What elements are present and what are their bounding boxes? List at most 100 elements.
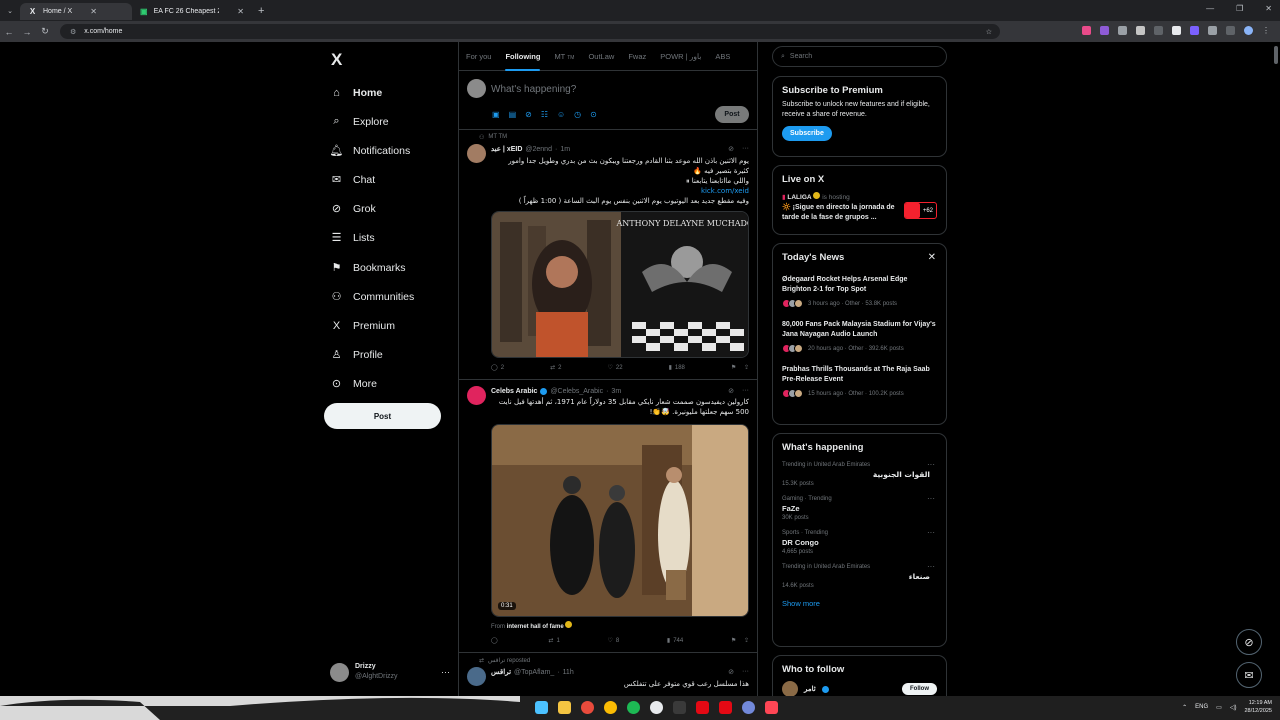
follow-suggestion[interactable]: ثامر Follow [782,681,937,697]
nav-item-grok[interactable]: ⊘ Grok [330,202,376,216]
more-dots-icon[interactable]: ··· [927,562,935,571]
menu-kebab-icon[interactable]: ⋮ [1262,26,1270,35]
avatar[interactable] [467,144,486,163]
tweet-time[interactable]: 1m [560,146,570,153]
start-icon[interactable] [535,701,548,714]
compose-input[interactable]: What's happening? [491,84,576,95]
extensions-puzzle-icon[interactable] [1208,26,1217,35]
author-name[interactable]: تراقس [491,668,511,676]
more-dots-icon[interactable]: ··· [927,528,935,537]
like-button[interactable]: ♡ 22 [607,364,622,372]
news-item[interactable]: Ødegaard Rocket Helps Arsenal Edge Brigh… [782,275,937,308]
from-account[interactable]: internet hall of fame [507,624,564,630]
views-button[interactable]: ▮ 188 [669,364,685,372]
tab-5[interactable]: POWR | باور [660,52,701,61]
tab-4[interactable]: Fwaz [628,52,646,61]
address-bar[interactable]: ⚙ x.com/home ☆ [60,24,1000,39]
like-button[interactable]: ♡ 8 [607,637,619,645]
page-scrollbar[interactable] [1274,46,1278,64]
author-handle[interactable]: @2ennd [525,146,552,153]
reply-button[interactable]: ◯ 2 [491,364,504,372]
share-icon[interactable]: ⇪ [744,637,749,644]
new-tab-icon[interactable]: + [258,5,264,17]
chrome-icon[interactable] [604,701,617,714]
tweet[interactable]: ⚇ MT TM عبد | xEID @2ennd · 1m ⊘ ··· يوم… [459,130,757,380]
more-dots-icon[interactable]: ··· [441,667,450,677]
post-button[interactable]: Post [324,403,441,429]
close-icon[interactable]: ✕ [237,7,244,16]
language-indicator[interactable]: ENG [1195,704,1208,710]
trend-item[interactable]: Sports · Trending DR Congo 4,665 posts ··· [782,528,937,555]
extension-icon[interactable] [1190,26,1199,35]
trend-item[interactable]: Gaming · Trending FaZe 30K posts ··· [782,494,937,521]
nav-item-chat[interactable]: ✉ Chat [330,173,375,187]
tweet-time[interactable]: 11h [563,669,574,676]
emoji-icon[interactable]: ☺ [557,110,565,119]
author-name[interactable]: Celebs Arabic [491,388,537,395]
reply-button[interactable]: ◯ [491,637,501,644]
nav-item-bookmarks[interactable]: ⚑ Bookmarks [330,261,406,275]
volume-icon[interactable]: ◁) [1230,704,1237,711]
live-listeners-badge[interactable]: +62 [903,202,937,219]
account-switcher[interactable]: Drizzy @AlghtDrizzy ··· [330,662,450,682]
network-icon[interactable]: ▭ [1216,704,1222,711]
share-icon[interactable]: ⇪ [744,364,749,371]
nav-item-home[interactable]: ⌂ Home [330,86,382,99]
tweet[interactable]: ⇄ تراقس reposted تراقس @TopAflam_ · 11h … [459,653,757,696]
extension-icon[interactable] [1154,26,1163,35]
reload-icon[interactable]: ↻ [36,26,54,37]
repost-button[interactable]: ⇄ 1 [548,637,559,645]
grok-icon[interactable]: ⊘ [525,110,532,119]
author-handle[interactable]: @TopAflam_ [514,669,554,676]
author-handle[interactable]: @Celebs_Arabic [550,388,603,395]
grok-icon[interactable]: ⊘ [728,387,734,395]
nav-item-premium[interactable]: X Premium [330,319,395,332]
extension-icon[interactable] [1118,26,1127,35]
tweet[interactable]: Celebs Arabic @Celebs_Arabic · 3m ⊘ ··· … [459,380,757,653]
tweet-link[interactable]: kick.com/xeid [491,186,749,196]
bookmark-star-icon[interactable]: ☆ [986,28,992,36]
brave-icon[interactable] [581,701,594,714]
extension-icon[interactable] [1100,26,1109,35]
repost-button[interactable]: ⇄ 2 [550,364,561,372]
tweet-time[interactable]: 3m [611,388,621,395]
nav-item-profile[interactable]: ♙ Profile [330,348,383,362]
tab-search-icon[interactable]: ⌄ [0,7,20,15]
tab-2[interactable]: MT TM [554,52,574,61]
browser-tab-x-home[interactable]: X Home / X ✕ [20,3,132,20]
more-dots-icon[interactable]: ··· [742,387,749,395]
file-explorer-icon[interactable] [558,701,571,714]
close-icon[interactable]: ✕ [928,252,936,263]
app-icon[interactable] [650,701,663,714]
extension-icon[interactable] [1172,26,1181,35]
extension-icon[interactable] [1082,26,1091,35]
tab-6[interactable]: ABS [715,52,730,61]
grok-fab-icon[interactable]: ⊘ [1236,629,1262,655]
netflix-icon[interactable] [696,701,709,714]
tray-chevron-icon[interactable]: ⌃ [1182,704,1187,711]
bookmark-icon[interactable]: ⚑ [731,364,736,371]
nav-item-explore[interactable]: ⌕ Explore [330,115,388,128]
nav-item-notifications[interactable]: 🔔︎ Notifications [330,144,411,158]
back-icon[interactable]: ← [0,27,18,37]
app-icon[interactable] [765,701,778,714]
extension-icon[interactable] [1136,26,1145,35]
grok-icon[interactable]: ⊘ [728,145,734,153]
tweet-image[interactable]: ANTHONY DELAYNE MUCHADO [491,211,749,358]
show-more-link[interactable]: Show more [782,599,937,608]
nav-item-communities[interactable]: ⚇ Communities [330,290,415,304]
app-icon[interactable] [673,701,686,714]
author-name[interactable]: عبد | xEID [491,145,522,153]
news-item[interactable]: 80,000 Fans Pack Malaysia Stadium for Vi… [782,320,937,353]
gif-icon[interactable]: ▤ [509,110,517,119]
nav-item-more[interactable]: ⊙ More [330,377,377,391]
minimize-icon[interactable]: — [1206,4,1214,13]
profile-avatar[interactable] [1244,26,1253,35]
schedule-icon[interactable]: ◷ [574,110,581,119]
news-item[interactable]: Prabhas Thrills Thousands at The Raja Sa… [782,365,937,398]
forward-icon[interactable]: → [18,27,36,37]
tweet-video[interactable]: 0:31 [491,424,749,617]
site-info-icon[interactable]: ⚙ [70,28,76,36]
more-dots-icon[interactable]: ··· [927,494,935,503]
views-button[interactable]: ▮ 744 [667,637,683,645]
